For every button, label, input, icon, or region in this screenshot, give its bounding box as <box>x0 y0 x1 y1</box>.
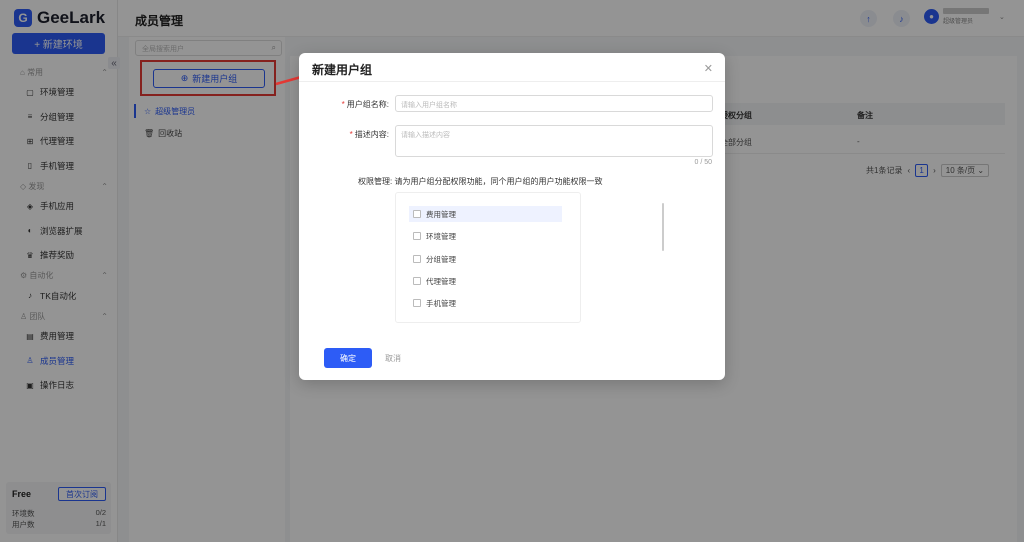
new-user-group-dialog: 新建用户组 ✕ * 用户组名称: 请输入用户组名称 * 描述内容: 请输入描述内容 … <box>299 53 725 380</box>
checkbox[interactable] <box>413 277 421 285</box>
permission-item[interactable]: 代理管理 <box>409 273 562 289</box>
cancel-button[interactable]: 取消 <box>385 353 401 364</box>
description-textarea[interactable]: 请输入描述内容 <box>395 125 713 157</box>
checkbox[interactable] <box>413 299 421 307</box>
dialog-title: 新建用户组 <box>312 63 373 77</box>
permission-item[interactable]: 分组管理 <box>409 251 562 267</box>
divider <box>299 81 725 82</box>
checkbox[interactable] <box>413 232 421 240</box>
permission-label: 权限管理: 请为用户组分配权限功能，同个用户组的用户功能权限一致 <box>358 177 603 186</box>
permission-list[interactable]: 费用管理 环境管理 分组管理 代理管理 手机管理 <box>395 192 664 323</box>
checkbox[interactable] <box>413 255 421 263</box>
char-counter: 0 / 50 <box>694 159 712 166</box>
description-label: * 描述内容: <box>349 130 389 139</box>
group-name-input[interactable]: 请输入用户组名称 <box>395 95 713 112</box>
permission-item[interactable]: 手机管理 <box>409 295 562 311</box>
scrollbar[interactable] <box>662 203 664 251</box>
checkbox[interactable] <box>413 210 421 218</box>
confirm-button[interactable]: 确定 <box>324 348 372 368</box>
group-name-label: * 用户组名称: <box>341 100 389 109</box>
close-icon[interactable]: ✕ <box>704 62 713 75</box>
permission-item[interactable]: 环境管理 <box>409 228 562 244</box>
permission-item[interactable]: 费用管理 <box>409 206 562 222</box>
